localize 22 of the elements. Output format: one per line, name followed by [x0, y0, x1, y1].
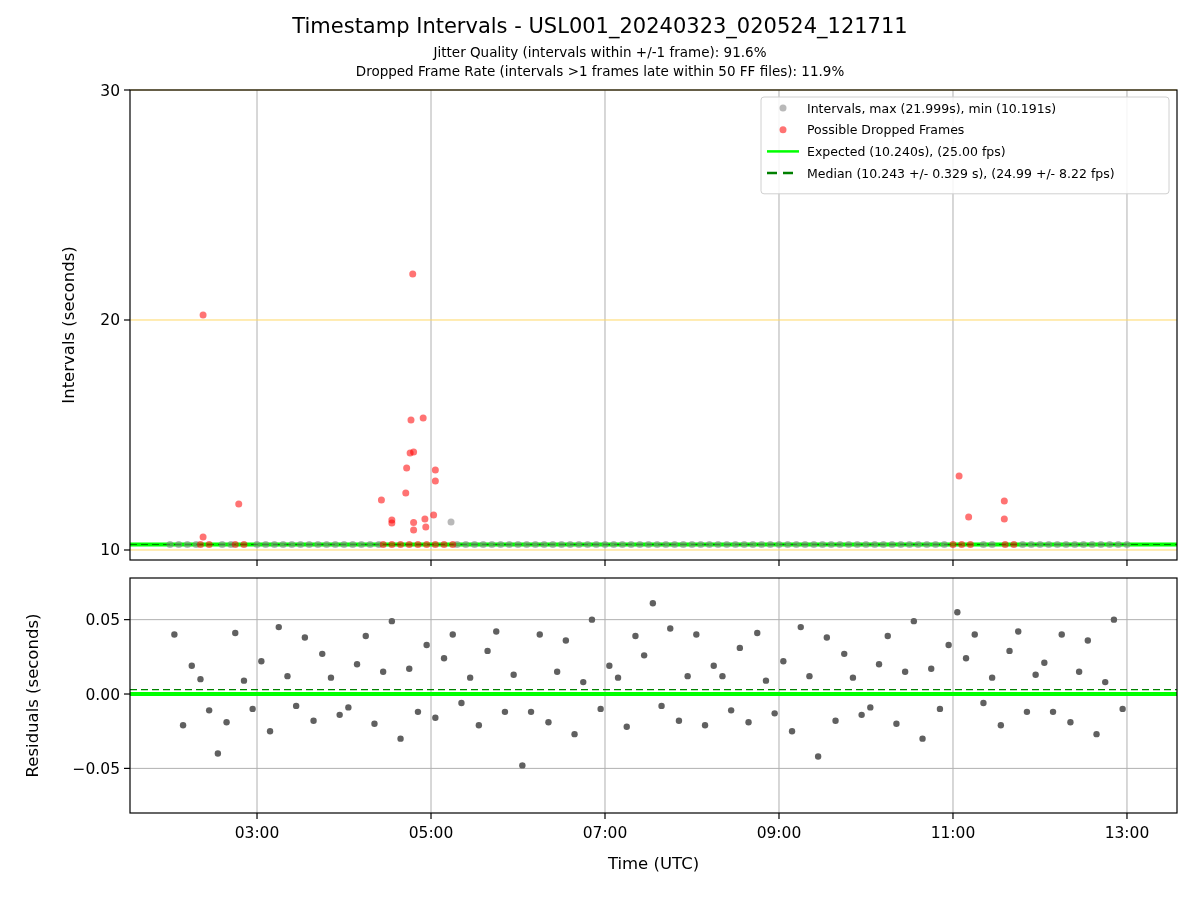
tick-label: 05:00: [408, 824, 454, 842]
tick-label: 11:00: [930, 824, 976, 842]
tick-label: 0.05: [85, 611, 120, 630]
tick-label: 09:00: [756, 824, 802, 842]
tick-label: −0.05: [72, 759, 120, 778]
chart-subtitle: Jitter Quality (intervals within +/-1 frame): 91.6%: [433, 45, 767, 61]
axis-title: Intervals (seconds): [59, 246, 78, 404]
legend-label: Median (10.243 +/- 0.329 s), (24.99 +/- 8.22 fps): [807, 165, 1115, 181]
chart-subtitle: Dropped Frame Rate (intervals >1 frames late within 50 FF files): 11.9%: [355, 63, 845, 80]
tick-label: 30: [100, 84, 120, 100]
tick-label: 20: [100, 311, 120, 330]
chart-title: Timestamp Intervals - USL001_20240323_020524_121711: [292, 14, 908, 39]
axis-title: Time (UTC): [607, 854, 700, 873]
legend-label: Possible Dropped Frames: [807, 122, 965, 138]
tick-label: 13:00: [1104, 824, 1150, 842]
tick-label: 10: [100, 541, 120, 560]
tick-label: 07:00: [582, 824, 628, 842]
legend-label: Expected (10.240s), (25.00 fps): [807, 143, 1006, 159]
legend-label: Intervals, max (21.999s), min (10.191s): [807, 100, 1057, 116]
axis-title: Residuals (seconds): [23, 613, 42, 778]
tick-label: 0.00: [85, 685, 120, 704]
tick-label: 03:00: [234, 824, 280, 842]
